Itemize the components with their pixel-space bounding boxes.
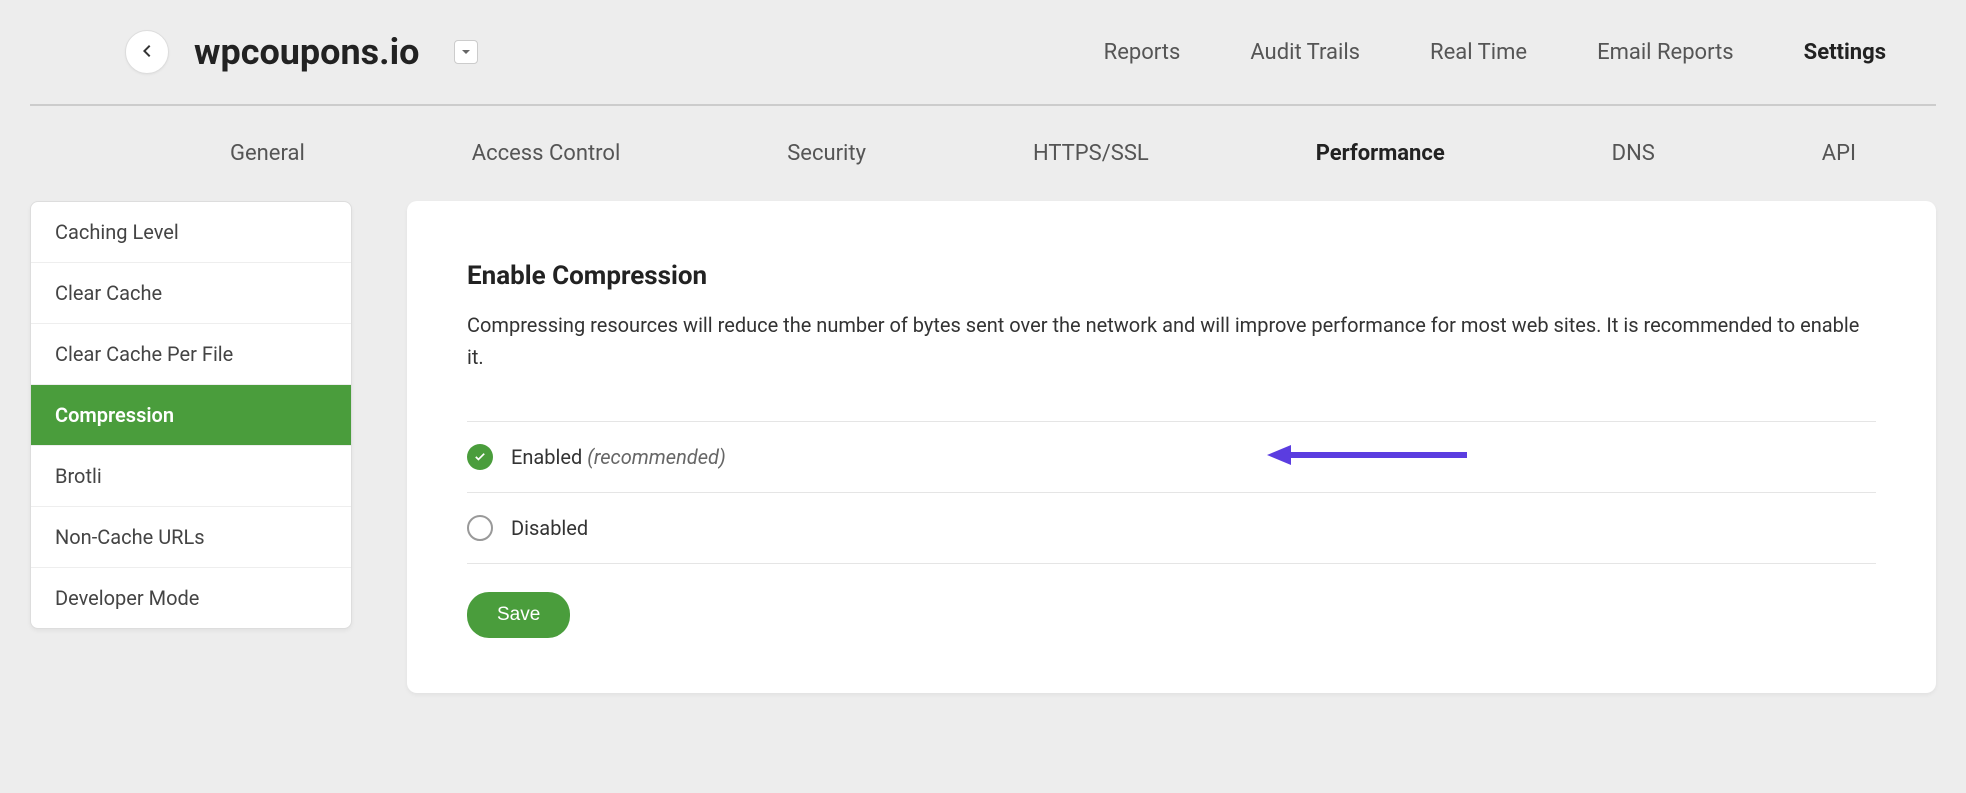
top-bar: wpcoupons.io Reports Audit Trails Real T… bbox=[30, 0, 1936, 106]
site-dropdown-button[interactable] bbox=[454, 40, 478, 64]
option-label: Disabled bbox=[511, 516, 588, 540]
tab-bar: General Access Control Security HTTPS/SS… bbox=[0, 106, 1966, 201]
arrow-left-icon bbox=[139, 43, 155, 62]
sidebar-item-compression[interactable]: Compression bbox=[31, 385, 351, 446]
sidebar-item-label: Non-Cache URLs bbox=[55, 525, 205, 549]
option-label: Enabled (recommended) bbox=[511, 445, 726, 469]
tab-performance[interactable]: Performance bbox=[1316, 141, 1445, 166]
sidebar-item-label: Developer Mode bbox=[55, 586, 199, 610]
sidebar: Caching Level Clear Cache Clear Cache Pe… bbox=[30, 201, 352, 629]
option-enabled[interactable]: Enabled (recommended) bbox=[467, 421, 1876, 492]
panel-heading: Enable Compression bbox=[467, 261, 1876, 291]
top-nav: Reports Audit Trails Real Time Email Rep… bbox=[1104, 40, 1886, 65]
top-bar-left: wpcoupons.io bbox=[125, 30, 478, 74]
panel-description: Compressing resources will reduce the nu… bbox=[467, 309, 1876, 373]
sidebar-item-clear-cache[interactable]: Clear Cache bbox=[31, 263, 351, 324]
radio-unchecked-icon bbox=[467, 515, 493, 541]
sidebar-item-label: Clear Cache bbox=[55, 281, 162, 305]
chevron-down-icon bbox=[461, 45, 471, 60]
option-disabled[interactable]: Disabled bbox=[467, 492, 1876, 564]
nav-email-reports[interactable]: Email Reports bbox=[1597, 40, 1734, 65]
main-panel: Enable Compression Compressing resources… bbox=[407, 201, 1936, 693]
sidebar-item-label: Brotli bbox=[55, 464, 102, 488]
site-title: wpcoupons.io bbox=[194, 31, 419, 73]
content-row: Caching Level Clear Cache Clear Cache Pe… bbox=[0, 201, 1966, 723]
sidebar-item-developer-mode[interactable]: Developer Mode bbox=[31, 568, 351, 628]
option-text: Disabled bbox=[511, 516, 588, 540]
nav-reports[interactable]: Reports bbox=[1104, 40, 1181, 65]
sidebar-item-caching-level[interactable]: Caching Level bbox=[31, 202, 351, 263]
sidebar-item-clear-cache-per-file[interactable]: Clear Cache Per File bbox=[31, 324, 351, 385]
tab-security[interactable]: Security bbox=[787, 141, 866, 166]
sidebar-item-label: Compression bbox=[55, 403, 174, 427]
tab-access-control[interactable]: Access Control bbox=[472, 141, 621, 166]
save-button[interactable]: Save bbox=[467, 592, 570, 638]
sidebar-item-non-cache-urls[interactable]: Non-Cache URLs bbox=[31, 507, 351, 568]
nav-audit-trails[interactable]: Audit Trails bbox=[1250, 40, 1360, 65]
tab-api[interactable]: API bbox=[1822, 141, 1856, 166]
radio-checked-icon bbox=[467, 444, 493, 470]
option-suffix: (recommended) bbox=[587, 445, 725, 469]
sidebar-item-brotli[interactable]: Brotli bbox=[31, 446, 351, 507]
tab-dns[interactable]: DNS bbox=[1612, 141, 1655, 166]
sidebar-item-label: Caching Level bbox=[55, 220, 179, 244]
tab-https-ssl[interactable]: HTTPS/SSL bbox=[1033, 141, 1149, 166]
annotation-arrow-icon bbox=[1267, 442, 1467, 472]
option-text: Enabled bbox=[511, 445, 582, 469]
nav-real-time[interactable]: Real Time bbox=[1430, 40, 1527, 65]
back-button[interactable] bbox=[125, 30, 169, 74]
tab-general[interactable]: General bbox=[230, 141, 305, 166]
nav-settings[interactable]: Settings bbox=[1804, 40, 1886, 65]
sidebar-item-label: Clear Cache Per File bbox=[55, 342, 233, 366]
